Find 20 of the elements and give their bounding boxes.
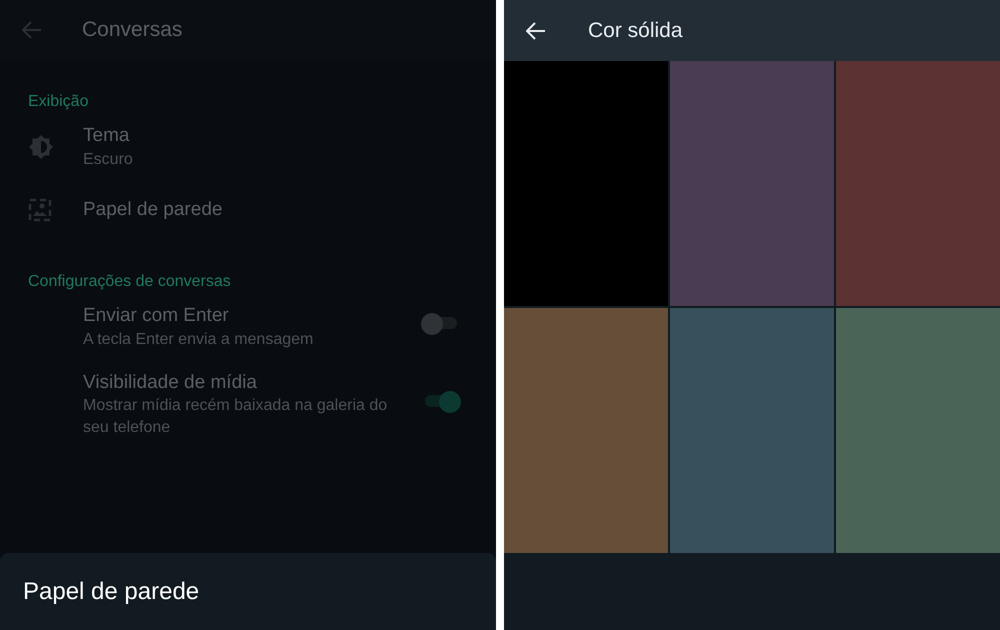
sheet-title: Papel de parede: [23, 576, 200, 606]
color-swatch[interactable]: [836, 61, 1000, 306]
setting-subtitle: Escuro: [83, 150, 134, 170]
section-heading: Configurações de conversas: [27, 272, 232, 292]
screen-title: Cor sólida: [588, 18, 683, 44]
color-swatch[interactable]: [504, 61, 668, 306]
screen-title: Conversas: [82, 17, 182, 44]
color-swatch[interactable]: [670, 61, 834, 306]
picture-icon: [28, 198, 52, 222]
setting-title[interactable]: Enviar com Enter: [83, 304, 401, 329]
section-heading: Exibição: [27, 92, 90, 112]
setting-subtitle: A tecla Enter envia a mensagem: [83, 330, 314, 350]
color-swatch[interactable]: [836, 308, 1000, 553]
color-swatch[interactable]: [504, 308, 668, 553]
setting-title[interactable]: Tema: [83, 124, 401, 149]
color-swatch[interactable]: [670, 308, 834, 553]
setting-title[interactable]: Visibilidade de mídia: [83, 370, 401, 396]
brightness-icon: [28, 134, 54, 160]
setting-subtitle: Mostrar mídia recém baixada na galeria do seu telefone: [83, 396, 388, 438]
setting-title[interactable]: Papel de parede: [83, 198, 401, 223]
